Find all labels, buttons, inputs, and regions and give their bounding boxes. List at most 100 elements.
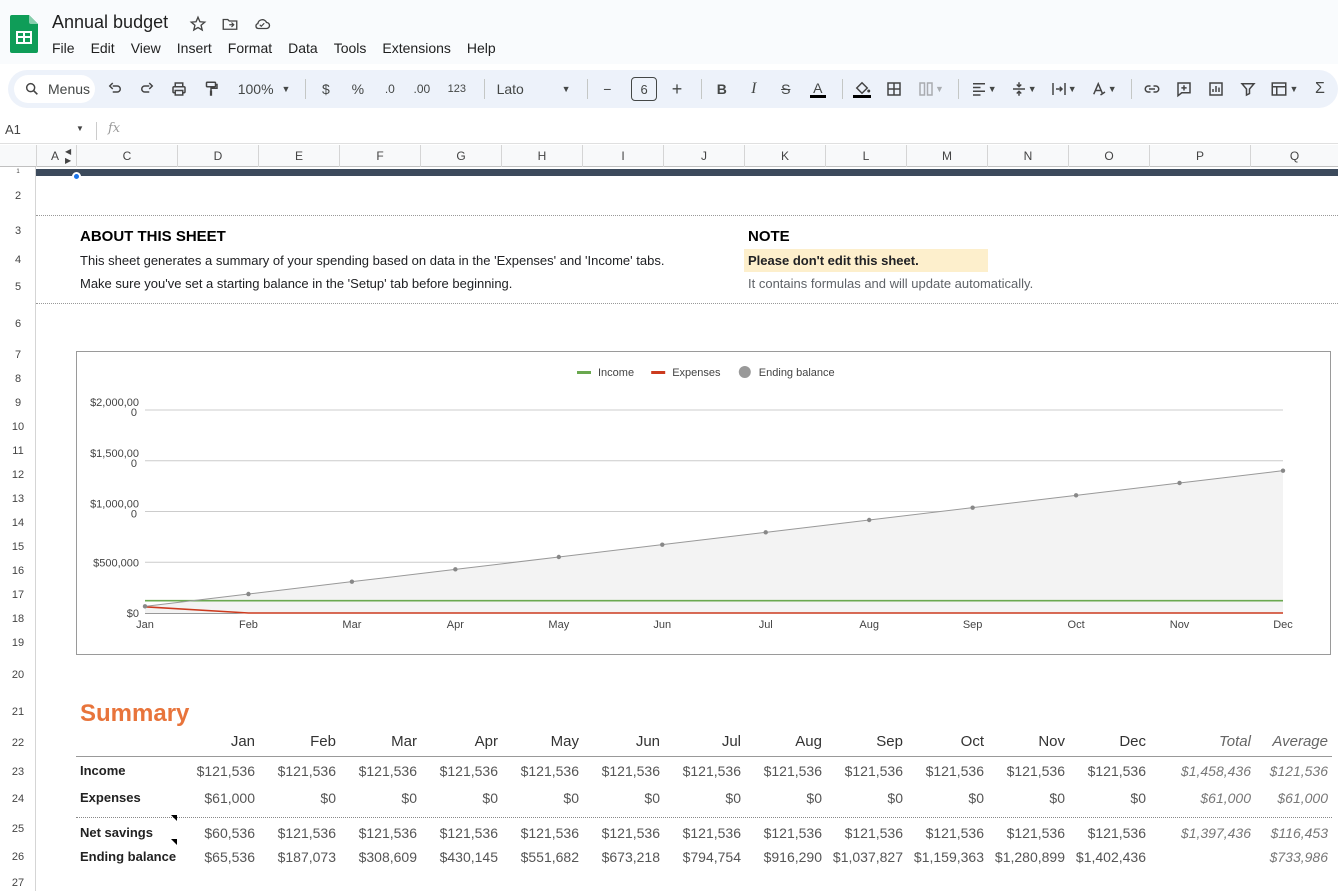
- column-header-a[interactable]: A ◀ ▶: [36, 145, 76, 167]
- redo-icon[interactable]: [133, 75, 161, 103]
- formula-divider: [96, 122, 97, 140]
- row-header-21[interactable]: 21: [0, 706, 36, 718]
- row-header-1[interactable]: 1: [0, 169, 36, 175]
- percent-format-button[interactable]: %: [344, 75, 372, 103]
- menu-extensions[interactable]: Extensions: [382, 40, 450, 56]
- functions-icon[interactable]: Σ: [1306, 75, 1334, 103]
- row-header-27[interactable]: 27: [0, 877, 36, 889]
- row-header-17[interactable]: 17: [0, 589, 36, 601]
- column-header-e[interactable]: E: [258, 145, 339, 167]
- insert-chart-icon[interactable]: [1202, 75, 1230, 103]
- italic-button[interactable]: I: [740, 75, 768, 103]
- fill-color-icon[interactable]: [848, 75, 876, 103]
- comment-indicator[interactable]: [171, 815, 177, 821]
- menu-format[interactable]: Format: [228, 40, 272, 56]
- corner-select-all[interactable]: [0, 145, 36, 167]
- column-header-f[interactable]: F: [339, 145, 420, 167]
- table-cell: $794,754: [682, 849, 741, 865]
- row-header-8[interactable]: 8: [0, 373, 36, 385]
- column-header-o[interactable]: O: [1068, 145, 1149, 167]
- column-header-d[interactable]: D: [177, 145, 258, 167]
- move-folder-icon[interactable]: [220, 14, 240, 34]
- zoom-select[interactable]: 100% ▼: [233, 75, 295, 103]
- font-size-input[interactable]: 6: [631, 77, 658, 101]
- chevron-down-icon[interactable]: ▼: [76, 124, 84, 133]
- budget-chart[interactable]: $0 $500,000 $1,000,00 0 $1,500,00 0 $2,000,00 0…: [76, 351, 1331, 655]
- text-wrap-icon[interactable]: ▼: [1045, 75, 1081, 103]
- title-bar: Annual budget File Edit View Insert Form…: [0, 0, 1338, 64]
- column-header-q[interactable]: Q: [1250, 145, 1338, 167]
- menu-insert[interactable]: Insert: [177, 40, 212, 56]
- menu-data[interactable]: Data: [288, 40, 318, 56]
- bold-button[interactable]: B: [708, 75, 736, 103]
- row-header-2[interactable]: 2: [0, 190, 36, 202]
- column-header-g[interactable]: G: [420, 145, 501, 167]
- menu-file[interactable]: File: [52, 40, 75, 56]
- row-header-25[interactable]: 25: [0, 823, 36, 835]
- undo-icon[interactable]: [101, 75, 129, 103]
- borders-icon[interactable]: [880, 75, 908, 103]
- collapse-columns-icon[interactable]: ◀ ▶: [65, 147, 76, 165]
- row-header-11[interactable]: 11: [0, 445, 36, 457]
- row-header-6[interactable]: 6: [0, 318, 36, 330]
- row-header-12[interactable]: 12: [0, 469, 36, 481]
- star-icon[interactable]: [188, 14, 208, 34]
- document-title[interactable]: Annual budget: [52, 12, 168, 33]
- column-header-l[interactable]: L: [825, 145, 906, 167]
- insert-comment-icon[interactable]: [1170, 75, 1198, 103]
- menu-search[interactable]: Menus: [14, 75, 96, 103]
- paint-format-icon[interactable]: [197, 75, 225, 103]
- horizontal-align-icon[interactable]: ▼: [965, 75, 1001, 103]
- row-header-14[interactable]: 14: [0, 517, 36, 529]
- number-format-button[interactable]: 123: [440, 75, 474, 103]
- column-header-j[interactable]: J: [663, 145, 744, 167]
- row-header-18[interactable]: 18: [0, 613, 36, 625]
- menu-tools[interactable]: Tools: [334, 40, 367, 56]
- strikethrough-button[interactable]: S: [772, 75, 800, 103]
- row-header-24[interactable]: 24: [0, 793, 36, 805]
- increase-font-size-button[interactable]: +: [663, 75, 691, 103]
- sheets-logo-icon[interactable]: [10, 15, 38, 53]
- font-select[interactable]: Lato ▼: [491, 75, 577, 103]
- row-header-22[interactable]: 22: [0, 737, 36, 749]
- filter-icon[interactable]: [1234, 75, 1262, 103]
- row-header-20[interactable]: 20: [0, 669, 36, 681]
- row-header-5[interactable]: 5: [0, 281, 36, 293]
- currency-format-button[interactable]: $: [312, 75, 340, 103]
- menu-help[interactable]: Help: [467, 40, 496, 56]
- row-header-9[interactable]: 9: [0, 397, 36, 409]
- name-box[interactable]: A1: [5, 122, 21, 137]
- vertical-align-icon[interactable]: ▼: [1005, 75, 1041, 103]
- column-header-m[interactable]: M: [906, 145, 987, 167]
- row-header-10[interactable]: 10: [0, 421, 36, 433]
- decrease-font-size-button[interactable]: −: [593, 75, 621, 103]
- decrease-decimal-button[interactable]: .0: [376, 75, 404, 103]
- filter-views-icon[interactable]: ▼: [1266, 75, 1302, 103]
- menu-view[interactable]: View: [131, 40, 161, 56]
- column-header-h[interactable]: H: [501, 145, 582, 167]
- text-color-button[interactable]: A: [804, 75, 832, 103]
- menu-edit[interactable]: Edit: [91, 40, 115, 56]
- row-header-16[interactable]: 16: [0, 565, 36, 577]
- column-header-c[interactable]: C: [76, 145, 177, 167]
- increase-decimal-button[interactable]: .00: [408, 75, 436, 103]
- column-header-i[interactable]: I: [582, 145, 663, 167]
- selection-handle[interactable]: [72, 172, 81, 181]
- row-header-3[interactable]: 3: [0, 225, 36, 237]
- insert-link-icon[interactable]: [1138, 75, 1166, 103]
- row-header-4[interactable]: 4: [0, 254, 36, 266]
- cloud-saved-icon[interactable]: [252, 14, 272, 34]
- comment-indicator[interactable]: [171, 839, 177, 845]
- column-header-p[interactable]: P: [1149, 145, 1250, 167]
- column-header-k[interactable]: K: [744, 145, 825, 167]
- row-header-19[interactable]: 19: [0, 637, 36, 649]
- row-header-7[interactable]: 7: [0, 349, 36, 361]
- print-icon[interactable]: [165, 75, 193, 103]
- column-header-n[interactable]: N: [987, 145, 1068, 167]
- row-header-26[interactable]: 26: [0, 851, 36, 863]
- row-header-13[interactable]: 13: [0, 493, 36, 505]
- row-header-15[interactable]: 15: [0, 541, 36, 553]
- text-rotation-icon[interactable]: ▼: [1085, 75, 1121, 103]
- row-header-23[interactable]: 23: [0, 766, 36, 778]
- merge-cells-icon[interactable]: ▼: [912, 75, 948, 103]
